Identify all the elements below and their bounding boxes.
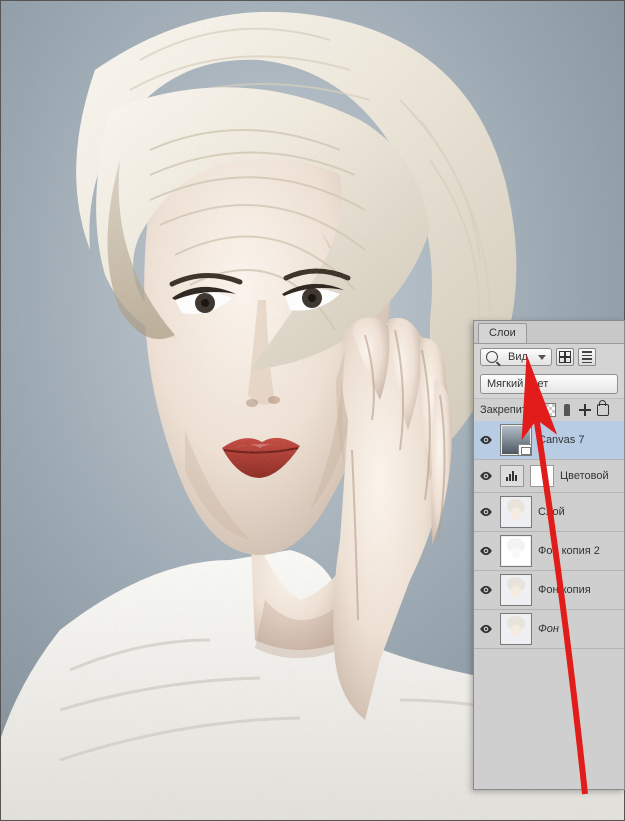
tab-layers[interactable]: Слои [478,323,527,343]
brush-icon [564,404,570,416]
layer-thumbnail[interactable] [500,574,532,606]
layer-row[interactable]: Цветовой [474,460,624,493]
layer-filter-dropdown[interactable]: Вид [480,348,552,366]
squares-icon [559,351,571,363]
eye-icon [479,583,493,597]
levels-icon [505,470,519,482]
menu-icon [582,351,592,363]
lock-paint-button[interactable] [560,403,574,417]
layers-list: Canvas 7 Цветовой Слой Фон копия 2 [474,421,624,789]
visibility-toggle[interactable] [478,543,494,559]
smart-object-badge-icon [518,444,532,456]
eye-icon [479,622,493,636]
layer-row[interactable]: Фон копия 2 [474,532,624,571]
layer-thumbnail[interactable] [500,496,532,528]
move-icon [579,404,591,416]
visibility-toggle[interactable] [478,468,494,484]
panel-tabs: Слои [474,321,624,344]
filter-label: Вид [508,351,528,363]
lock-icon [597,404,609,416]
blend-mode-value: Мягкий свет [487,378,548,390]
visibility-toggle[interactable] [478,504,494,520]
filter-type-1-button[interactable] [556,348,574,366]
layers-panel: Слои Вид Мягкий свет Закрепить: [473,320,625,790]
layers-empty-area [474,649,624,789]
layer-mask-thumbnail[interactable] [530,465,554,487]
eye-icon [479,433,493,447]
chevron-down-icon [538,355,546,360]
layer-name[interactable]: Цветовой [560,470,609,482]
layer-row[interactable]: Фон [474,610,624,649]
search-icon [486,351,498,363]
lock-transparency-button[interactable] [542,403,556,417]
eye-icon [479,469,493,483]
layer-name[interactable]: Фон копия [538,584,591,596]
lock-row: Закрепить: [474,398,624,421]
lock-label: Закрепить: [480,404,536,416]
layer-row[interactable]: Слой [474,493,624,532]
blend-mode-dropdown[interactable]: Мягкий свет [480,374,618,394]
layer-row[interactable]: Canvas 7 [474,421,624,460]
lock-position-button[interactable] [578,403,592,417]
layer-name[interactable]: Canvas 7 [538,434,584,446]
layer-row[interactable]: Фон копия [474,571,624,610]
visibility-toggle[interactable] [478,432,494,448]
panel-menu-button[interactable] [578,348,596,366]
layer-name[interactable]: Слой [538,506,565,518]
visibility-toggle[interactable] [478,582,494,598]
layer-name[interactable]: Фон [538,623,559,635]
layer-thumbnail[interactable] [500,613,532,645]
eye-icon [479,544,493,558]
lock-all-button[interactable] [596,403,610,417]
layer-thumbnail[interactable] [500,535,532,567]
adjustment-layer-icon[interactable] [500,465,524,487]
layer-thumbnail[interactable] [500,424,532,456]
eye-icon [479,505,493,519]
visibility-toggle[interactable] [478,621,494,637]
layer-name[interactable]: Фон копия 2 [538,545,600,557]
